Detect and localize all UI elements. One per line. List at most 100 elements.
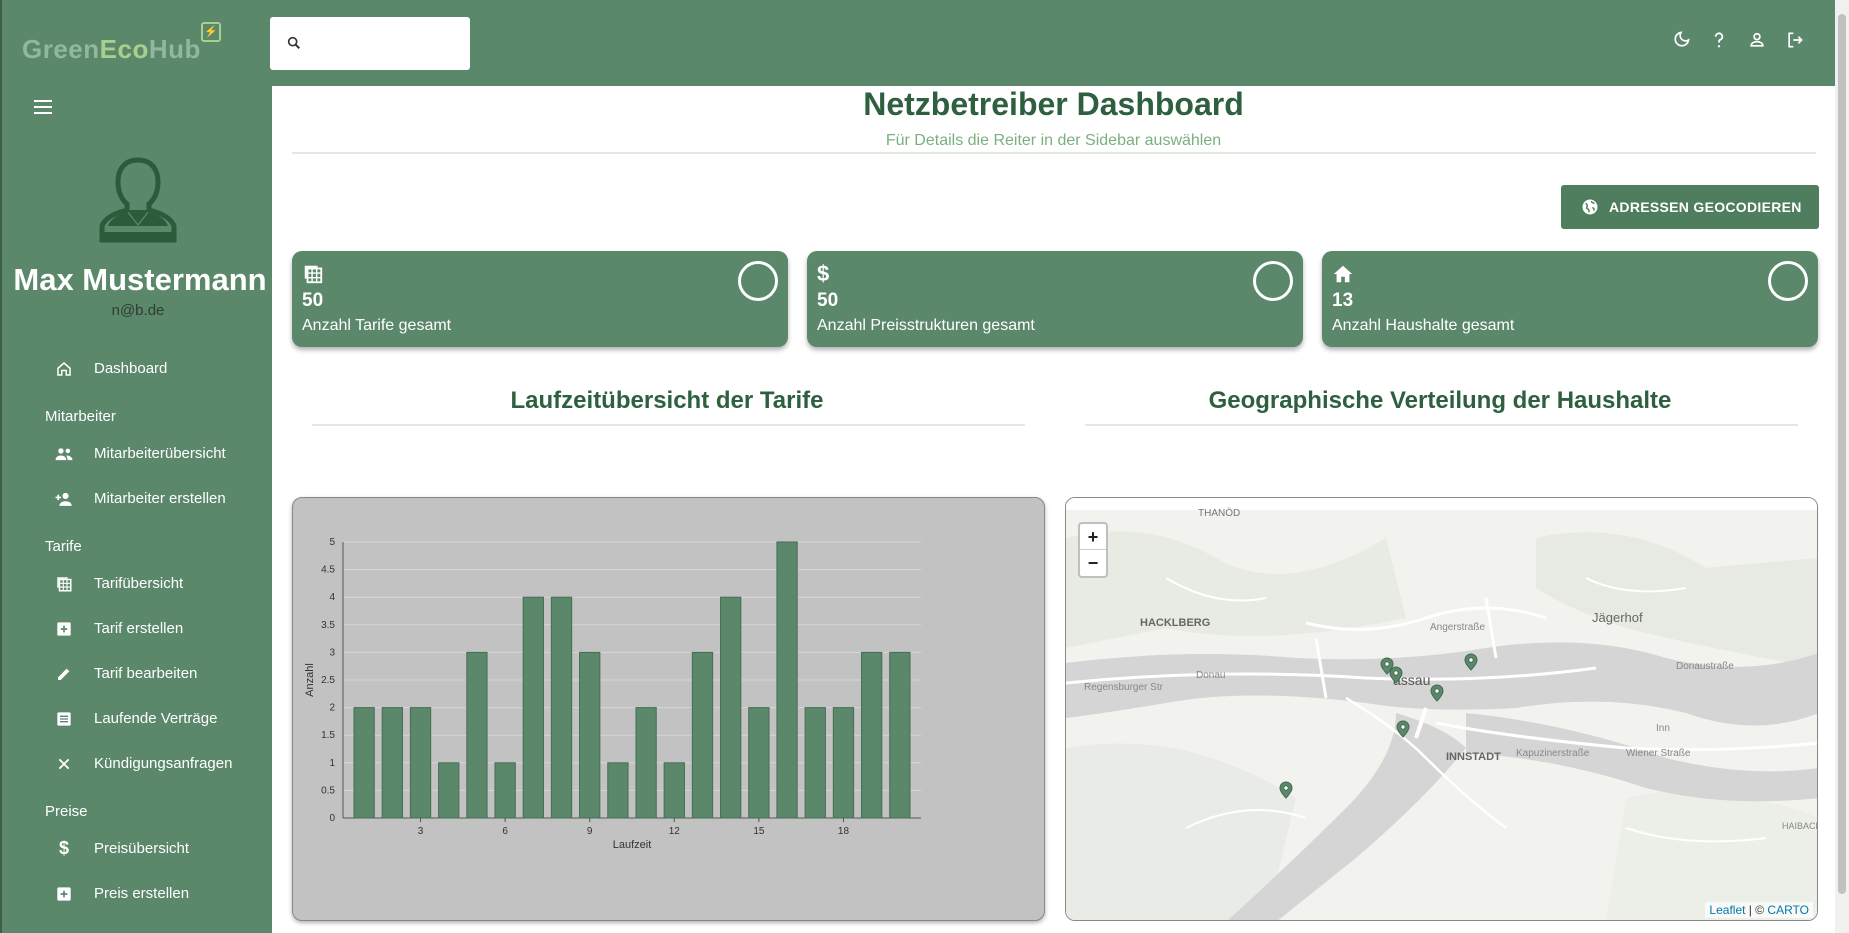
y-tick-label: 1 [329, 758, 335, 769]
account-icon[interactable] [1747, 30, 1769, 52]
haushalte-map[interactable]: THANÖD HACKLBERG Jägerhof assau INNSTADT… [1065, 497, 1818, 921]
divider [312, 424, 1025, 426]
main-content: Netzbetreiber Dashboard Für Details die … [272, 86, 1835, 933]
y-tick-label: 3 [329, 647, 335, 658]
divider [292, 152, 1816, 154]
bar [353, 707, 375, 819]
dollar-icon: $ [58, 838, 69, 858]
search-icon [287, 36, 301, 50]
scrollbar-thumb[interactable] [1838, 14, 1846, 894]
map-label: Regensburger Str [1084, 682, 1164, 693]
sidebar-nav: Dashboard Mitarbeiter Mitarbeiterübersic… [2, 346, 274, 916]
sidebar-item-laufende-vertraege[interactable]: Laufende Verträge [2, 696, 274, 741]
sidebar-section-mitarbeiter: Mitarbeiter [45, 408, 116, 425]
stat-value: 50 [817, 290, 839, 311]
map-label: INNSTADT [1446, 751, 1501, 763]
dollar-icon: $ [817, 261, 830, 286]
y-tick-label: 5 [329, 537, 335, 548]
x-tick-label: 18 [838, 826, 850, 837]
stat-card-preisstrukturen[interactable]: $ 50 Anzahl Preisstrukturen gesamt [807, 251, 1303, 347]
search-input[interactable] [270, 17, 470, 70]
map-attribution: Leaflet | © CARTO [1705, 902, 1813, 918]
sidebar-item-kuendigungsanfragen[interactable]: Kündigungsanfragen [2, 741, 274, 786]
logout-icon[interactable] [1785, 30, 1807, 52]
zoom-out-button[interactable]: − [1080, 550, 1106, 576]
carto-link[interactable]: CARTO [1767, 903, 1809, 917]
app-logo[interactable]: GreenEcoHub [22, 34, 201, 65]
y-tick-label: 0.5 [321, 785, 335, 796]
zoom-control: + − [1078, 522, 1108, 578]
y-tick-label: 4.5 [321, 565, 335, 576]
close-icon [54, 754, 74, 774]
map-label: Donaustraße [1676, 661, 1734, 672]
list-icon [54, 709, 74, 729]
stat-value: 13 [1332, 290, 1354, 311]
globe-icon [1582, 199, 1598, 215]
bar [607, 762, 629, 819]
people-icon [54, 444, 74, 464]
sidebar-item-label: Preis erstellen [94, 885, 190, 902]
y-tick-label: 1.5 [321, 730, 335, 741]
avatar [98, 156, 178, 249]
bar-chart-svg: 0 0.5 1 1.5 2 2.5 3 3.5 4 4.5 5 3 6 9 12 15 18 Laufzeit An… [304, 537, 921, 851]
bar [550, 596, 573, 819]
table-icon [302, 263, 324, 285]
sidebar-item-label: Kündigungsanfragen [94, 755, 233, 772]
sidebar-item-mitarbeiteruebersicht[interactable]: Mitarbeiterübersicht [2, 431, 274, 476]
bar [522, 596, 544, 819]
stat-label: Anzahl Preisstrukturen gesamt [817, 317, 1035, 334]
map-label: Inn [1656, 723, 1670, 734]
sidebar-item-preis-erstellen[interactable]: Preis erstellen [2, 871, 274, 916]
sidebar-section-preise: Preise [45, 803, 88, 820]
menu-icon[interactable] [34, 100, 52, 119]
stat-label: Anzahl Tarife gesamt [302, 317, 452, 334]
sidebar-item-preisuebersicht[interactable]: $ Preisübersicht [2, 826, 274, 871]
x-tick-label: 12 [669, 826, 681, 837]
user-email: n@b.de [111, 302, 165, 319]
bar [832, 707, 855, 819]
page-subtitle: Für Details die Reiter in der Sidebar au… [885, 132, 1222, 149]
progress-ring [738, 261, 778, 301]
map-label: Donau [1196, 670, 1225, 681]
bar [748, 707, 770, 819]
map-label: Wiener Straße [1626, 748, 1691, 759]
geocode-button-label: ADRESSEN GEOCODIEREN [1609, 199, 1802, 215]
leaflet-link[interactable]: Leaflet [1709, 903, 1745, 917]
home-icon [1332, 263, 1354, 285]
sidebar-item-mitarbeiter-erstellen[interactable]: Mitarbeiter erstellen [2, 476, 274, 521]
dark-mode-icon[interactable] [1671, 30, 1693, 52]
top-bar: GreenEcoHub ⚡ [0, 0, 1835, 86]
y-tick-label: 2.5 [321, 675, 335, 686]
sidebar-item-label: Tarifübersicht [94, 575, 184, 592]
x-tick-label: 6 [502, 826, 508, 837]
sidebar-item-tarif-bearbeiten[interactable]: Tarif bearbeiten [2, 651, 274, 696]
user-name: Max Mustermann [13, 262, 267, 297]
stat-value: 50 [302, 290, 324, 311]
bar [494, 762, 516, 819]
x-tick-label: 3 [418, 826, 424, 837]
page-scrollbar[interactable] [1835, 0, 1849, 933]
sidebar-section-tarife: Tarife [45, 538, 82, 555]
sidebar-item-label: Laufende Verträge [94, 710, 218, 727]
x-tick-label: 9 [587, 826, 593, 837]
edit-icon [54, 664, 74, 684]
y-tick-label: 2 [329, 703, 335, 714]
sidebar-item-tarifuebersicht[interactable]: Tarifübersicht [2, 561, 274, 606]
bar [691, 651, 714, 819]
stat-card-haushalte[interactable]: 13 Anzahl Haushalte gesamt [1322, 251, 1818, 347]
sidebar-item-label: Dashboard [94, 360, 168, 377]
map-label: THANÖD [1198, 507, 1240, 519]
sidebar-item-tarif-erstellen[interactable]: Tarif erstellen [2, 606, 274, 651]
bar [438, 762, 460, 819]
add-box-icon [54, 884, 74, 904]
sidebar-item-label: Mitarbeiter erstellen [94, 490, 226, 507]
map-label: Jägerhof [1592, 610, 1643, 625]
stat-card-tarife[interactable]: 50 Anzahl Tarife gesamt [292, 251, 788, 347]
sidebar-item-label: Tarif bearbeiten [94, 665, 198, 682]
map-section-title: Geographische Verteilung der Haushalte [1208, 387, 1672, 414]
help-icon[interactable] [1709, 30, 1731, 52]
geocode-button[interactable]: ADRESSEN GEOCODIEREN [1561, 185, 1819, 229]
zoom-in-button[interactable]: + [1080, 524, 1106, 550]
sidebar-item-dashboard[interactable]: Dashboard [2, 346, 274, 391]
bar [720, 596, 742, 819]
